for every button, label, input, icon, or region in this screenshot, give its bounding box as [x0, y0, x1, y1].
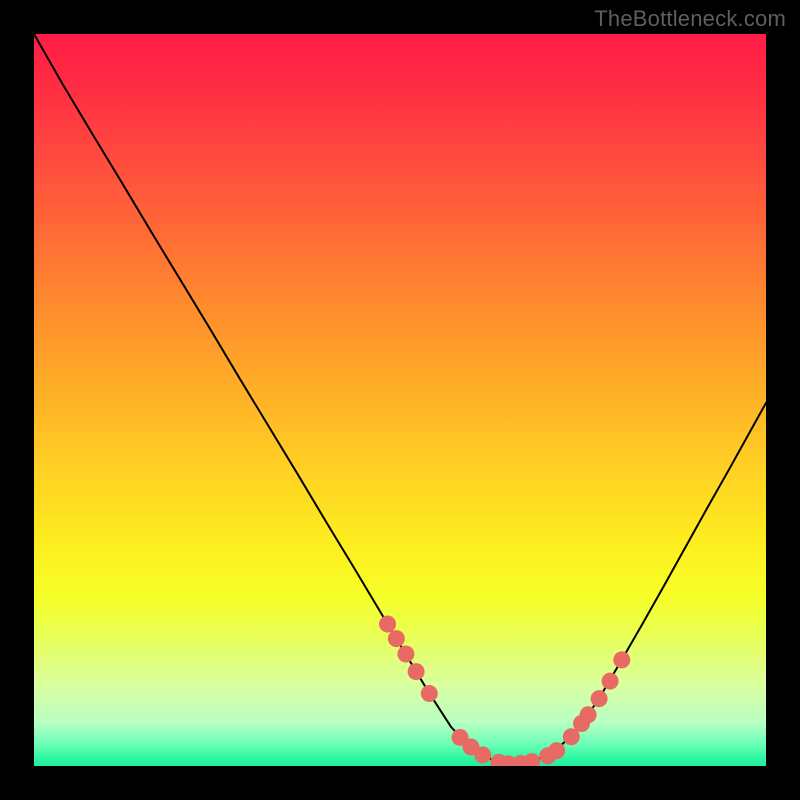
data-dot — [602, 673, 619, 690]
data-dot — [474, 747, 491, 764]
data-dot — [591, 690, 608, 707]
data-dot — [523, 753, 540, 766]
chart-container: TheBottleneck.com — [0, 0, 800, 800]
data-dot — [548, 742, 565, 759]
data-dot — [580, 706, 597, 723]
watermark-text: TheBottleneck.com — [594, 6, 786, 32]
data-dot — [421, 685, 438, 702]
curve-layer — [34, 34, 766, 766]
data-dot — [388, 630, 405, 647]
data-dots — [379, 615, 630, 766]
data-dot — [379, 615, 396, 632]
data-dot — [397, 646, 414, 663]
data-dot — [613, 651, 630, 668]
data-dot — [408, 663, 425, 680]
plot-area — [34, 34, 766, 766]
